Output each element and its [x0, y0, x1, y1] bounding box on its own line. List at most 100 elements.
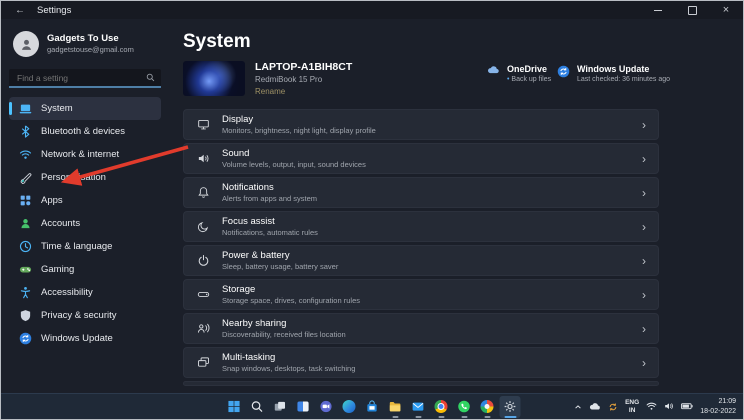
person-icon [21, 39, 31, 50]
card-partial[interactable] [183, 381, 659, 386]
tray-sync-icon[interactable] [608, 402, 618, 412]
chat-icon [320, 400, 332, 413]
tray-date: 18-02-2022 [700, 407, 736, 415]
sidebar-item-windows-update[interactable]: Windows Update [9, 327, 161, 350]
store-button[interactable] [362, 396, 383, 418]
rename-link[interactable]: Rename [255, 87, 352, 96]
whatsapp-button[interactable] [454, 396, 475, 418]
taskbar: ENG IN 21:09 18-02-2022 [1, 393, 743, 419]
settings-taskbar-button[interactable] [499, 395, 521, 418]
page-title: System [183, 31, 251, 52]
chevron-right-icon: › [642, 321, 646, 336]
card-nearby-sharing[interactable]: Nearby sharing Discoverability, received … [183, 313, 659, 344]
store-icon [367, 400, 377, 412]
taskbar-search-button[interactable] [247, 396, 268, 418]
file-explorer-button[interactable] [385, 396, 406, 418]
apps-grid-icon [18, 194, 32, 208]
system-icon [18, 102, 32, 116]
sidebar-item-network[interactable]: Network & internet [9, 143, 161, 166]
start-button[interactable] [224, 396, 245, 418]
sidebar-item-label: Bluetooth & devices [41, 126, 125, 137]
minimize-button[interactable] [641, 1, 675, 19]
sound-icon [184, 152, 222, 165]
chevron-right-icon: › [642, 253, 646, 268]
sidebar-nav: System Bluetooth & devices Network & int… [9, 97, 161, 350]
window-title: Settings [37, 4, 72, 16]
windows-update-status[interactable]: Windows Update Last checked: 36 minutes … [557, 64, 670, 83]
mail-icon [412, 402, 424, 411]
update-icon [557, 65, 570, 78]
sidebar-item-privacy[interactable]: Privacy & security [9, 304, 161, 327]
widgets-icon [297, 401, 309, 412]
chevron-right-icon: › [642, 185, 646, 200]
chat-button[interactable] [316, 396, 337, 418]
search-icon [146, 73, 155, 82]
sidebar-item-accounts[interactable]: Accounts [9, 212, 161, 235]
wifi-network-icon [18, 148, 32, 162]
onedrive-status[interactable]: OneDrive • Back up files [487, 64, 551, 83]
chevron-right-icon: › [642, 219, 646, 234]
task-view-button[interactable] [270, 396, 291, 418]
card-display[interactable]: Display Monitors, brightness, night light… [183, 109, 659, 140]
device-model: RedmiBook 15 Pro [255, 75, 323, 84]
sidebar-item-accessibility[interactable]: Accessibility [9, 281, 161, 304]
device-header: LAPTOP-A1BIH8CT RedmiBook 15 Pro Rename … [183, 61, 743, 97]
windows-update-title: Windows Update [577, 64, 650, 74]
card-sound[interactable]: Sound Volume levels, output, input, sound… [183, 143, 659, 174]
onedrive-title: OneDrive [507, 64, 548, 74]
sidebar-item-label: Accessibility [41, 287, 93, 298]
moon-icon [184, 220, 222, 233]
sidebar-item-system[interactable]: System [9, 97, 161, 120]
onedrive-cloud-icon [487, 65, 500, 74]
sidebar: Gadgets To Use gadgetstouse@gmail.com Sy… [1, 19, 169, 395]
card-notifications[interactable]: Notifications Alerts from apps and system… [183, 177, 659, 208]
clock[interactable]: 21:09 18-02-2022 [700, 397, 736, 415]
windows-logo-icon [228, 400, 240, 413]
sidebar-item-label: Gaming [41, 264, 75, 275]
paint-icon [480, 400, 494, 413]
sidebar-item-personalisation[interactable]: Personalisation [9, 166, 161, 189]
search-input[interactable] [15, 71, 146, 84]
card-storage[interactable]: Storage Storage space, drives, configurat… [183, 279, 659, 310]
task-view-icon [274, 401, 286, 411]
nearby-sharing-icon [184, 322, 222, 335]
accounts-person-icon [18, 217, 32, 231]
edge-icon [342, 400, 356, 413]
tray-volume-icon[interactable] [664, 402, 674, 410]
language-indicator[interactable]: ENG IN [625, 399, 639, 414]
widgets-button[interactable] [293, 396, 314, 418]
card-power-battery[interactable]: Power & battery Sleep, battery usage, bat… [183, 245, 659, 276]
search-icon [251, 401, 263, 412]
tray-wifi-icon[interactable] [646, 402, 657, 411]
card-multitasking[interactable]: Multi-tasking Snap windows, desktops, tas… [183, 347, 659, 378]
sidebar-item-bluetooth[interactable]: Bluetooth & devices [9, 120, 161, 143]
status-dot: • [507, 76, 510, 83]
shield-icon [18, 309, 32, 323]
gamepad-icon [18, 263, 32, 277]
whatsapp-icon [458, 400, 470, 413]
maximize-button[interactable] [675, 1, 709, 19]
mail-button[interactable] [408, 396, 429, 418]
edge-button[interactable] [339, 396, 360, 418]
sidebar-item-apps[interactable]: Apps [9, 189, 161, 212]
system-tray: ENG IN 21:09 18-02-2022 [574, 394, 736, 419]
sidebar-item-label: Network & internet [41, 149, 120, 160]
clock-icon [18, 240, 32, 254]
chrome-button[interactable] [431, 396, 452, 418]
windows-update-subtitle: Last checked: 36 minutes ago [577, 76, 671, 83]
main-panel: System LAPTOP-A1BIH8CT RedmiBook 15 Pro … [169, 19, 743, 395]
paintbrush-icon [18, 171, 32, 185]
sidebar-item-time-language[interactable]: Time & language [9, 235, 161, 258]
folder-icon [389, 402, 401, 412]
tray-chevron-up-icon[interactable] [574, 403, 582, 411]
paint-button[interactable] [477, 396, 498, 418]
close-button[interactable]: × [709, 1, 743, 19]
tray-battery-icon[interactable] [681, 403, 693, 410]
user-name: Gadgets To Use [47, 32, 119, 44]
back-button[interactable]: ← [9, 5, 31, 16]
chevron-right-icon: › [642, 287, 646, 302]
tray-onedrive-cloud-icon[interactable] [589, 402, 601, 411]
card-focus-assist[interactable]: Focus assist Notifications, automatic rul… [183, 211, 659, 242]
windows-update-icon [18, 332, 32, 346]
sidebar-item-gaming[interactable]: Gaming [9, 258, 161, 281]
